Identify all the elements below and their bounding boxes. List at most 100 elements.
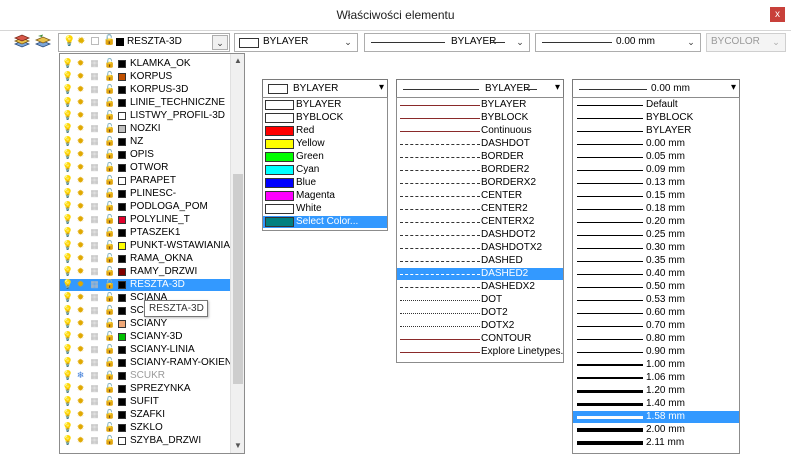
unlock-icon[interactable]: 🔓 — [104, 202, 115, 211]
sun-icon[interactable]: ✹ — [76, 150, 85, 159]
color-option[interactable]: Green — [263, 151, 387, 163]
bulb-on-icon[interactable]: 💡 — [62, 332, 73, 341]
unlock-icon[interactable]: 🔓 — [104, 358, 115, 367]
plot-icon[interactable]: ▦ — [90, 124, 99, 133]
unlock-icon[interactable]: 🔓 — [104, 137, 115, 146]
unlock-icon[interactable]: 🔓 — [104, 228, 115, 237]
sun-icon[interactable]: ✹ — [76, 267, 85, 276]
lineweight-option[interactable]: 1.20 mm — [573, 385, 739, 397]
layer-color-swatch[interactable] — [118, 229, 126, 237]
plot-icon[interactable]: ▦ — [90, 137, 99, 146]
sun-icon[interactable]: ✹ — [76, 306, 85, 315]
close-button[interactable]: x — [770, 7, 785, 22]
unlock-icon[interactable]: 🔓 — [104, 306, 115, 315]
layer-color-swatch[interactable] — [118, 164, 126, 172]
plot-icon[interactable]: ▦ — [90, 345, 99, 354]
linetype-option[interactable]: CONTOUR — [397, 333, 563, 345]
lineweight-option[interactable]: 0.50 mm — [573, 281, 739, 293]
lineweight-option[interactable]: 1.06 mm — [573, 372, 739, 384]
lineweight-option[interactable]: 0.05 mm — [573, 151, 739, 163]
lineweight-option[interactable]: 1.58 mm — [573, 411, 739, 423]
bulb-on-icon[interactable]: 💡 — [62, 163, 73, 172]
unlock-icon[interactable]: 🔓 — [104, 397, 115, 406]
sun-icon[interactable]: ✹ — [76, 137, 85, 146]
bulb-on-icon[interactable]: 💡 — [62, 436, 73, 445]
lineweight-option[interactable]: 0.35 mm — [573, 255, 739, 267]
layer-color-swatch[interactable] — [118, 437, 126, 445]
layer-manager-icon[interactable] — [14, 34, 30, 50]
linetype-option[interactable]: DOTX2 — [397, 320, 563, 332]
layer-list-item[interactable]: 💡 ✹ ▦ 🔓 NOZKI — [60, 123, 230, 135]
sun-icon[interactable]: ✹ — [76, 202, 85, 211]
layer-color-swatch[interactable] — [118, 281, 126, 289]
unlock-icon[interactable]: 🔓 — [104, 410, 115, 419]
bulb-on-icon[interactable]: 💡 — [62, 98, 73, 107]
layer-list-item[interactable]: 💡 ✹ ▦ 🔓 POLYLINE_T — [60, 214, 230, 226]
sun-icon[interactable]: ✹ — [76, 410, 85, 419]
sun-icon[interactable]: ✹ — [76, 176, 85, 185]
chevron-down-icon[interactable]: ▾ — [731, 82, 736, 93]
bulb-on-icon[interactable]: 💡 — [62, 293, 73, 302]
layer-list-item[interactable]: 💡 ✹ ▦ 🔓 NZ — [60, 136, 230, 148]
unlock-icon[interactable]: 🔓 — [104, 111, 115, 120]
layer-color-swatch[interactable] — [118, 86, 126, 94]
bulb-on-icon[interactable]: 💡 — [62, 384, 73, 393]
plot-icon[interactable]: ▦ — [90, 98, 99, 107]
sun-icon[interactable]: ✹ — [76, 345, 85, 354]
linetype-option[interactable]: CENTERX2 — [397, 216, 563, 228]
layer-list-item[interactable]: 💡 ✹ ▦ 🔓 PUNKT-WSTAWIANIA — [60, 240, 230, 252]
lineweight-option[interactable]: 0.09 mm — [573, 164, 739, 176]
bulb-on-icon[interactable]: 💡 — [62, 150, 73, 159]
unlock-icon[interactable]: 🔓 — [104, 293, 115, 302]
lineweight-option[interactable]: 0.00 mm — [573, 138, 739, 150]
unlock-icon[interactable]: 🔓 — [104, 332, 115, 341]
color-option[interactable]: White — [263, 203, 387, 215]
layer-list-item[interactable]: 💡 ✹ ▦ 🔓 SCIANY — [60, 318, 230, 330]
plot-icon[interactable]: ▦ — [90, 111, 99, 120]
bulb-on-icon[interactable]: 💡 — [62, 306, 73, 315]
unlock-icon[interactable]: 🔓 — [104, 176, 115, 185]
layer-color-swatch[interactable] — [118, 177, 126, 185]
bulb-on-icon[interactable]: 💡 — [62, 215, 73, 224]
lineweight-option[interactable]: 0.40 mm — [573, 268, 739, 280]
color-option[interactable]: Select Color... — [263, 216, 387, 228]
unlock-icon[interactable]: 🔓 — [104, 150, 115, 159]
bulb-on-icon[interactable]: 💡 — [62, 137, 73, 146]
sun-icon[interactable]: ✹ — [76, 228, 85, 237]
plot-icon[interactable]: ▦ — [90, 254, 99, 263]
linetype-option[interactable]: BYBLOCK — [397, 112, 563, 124]
layer-color-swatch[interactable] — [118, 346, 126, 354]
plot-icon[interactable]: ▦ — [90, 267, 99, 276]
plot-icon[interactable]: ▦ — [90, 59, 99, 68]
linetype-option[interactable]: BORDERX2 — [397, 177, 563, 189]
layer-color-swatch[interactable] — [118, 112, 126, 120]
sun-icon[interactable]: ✹ — [76, 254, 85, 263]
lineweight-option[interactable]: 1.40 mm — [573, 398, 739, 410]
bulb-on-icon[interactable]: 💡 — [62, 72, 73, 81]
bulb-on-icon[interactable]: 💡 — [62, 267, 73, 276]
lineweight-option[interactable]: 1.00 mm — [573, 359, 739, 371]
plot-icon[interactable]: ▦ — [90, 280, 99, 289]
linetype-option[interactable]: CENTER2 — [397, 203, 563, 215]
bulb-on-icon[interactable]: 💡 — [62, 202, 73, 211]
layer-list-item[interactable]: 💡 ✹ ▦ 🔓 SZKLO — [60, 422, 230, 434]
layer-list-item[interactable]: 💡 ✹ ▦ 🔓 KLAMKA_OK — [60, 58, 230, 70]
unlock-icon[interactable]: 🔓 — [104, 384, 115, 393]
unlock-icon[interactable]: 🔓 — [104, 267, 115, 276]
lineweight-option[interactable]: 0.18 mm — [573, 203, 739, 215]
bulb-on-icon[interactable]: 💡 — [62, 254, 73, 263]
layer-list-item[interactable]: 💡 ✹ ▦ 🔓 RESZTA-3D — [60, 279, 230, 291]
bulb-on-icon[interactable]: 💡 — [62, 176, 73, 185]
bulb-on-icon[interactable]: 💡 — [62, 319, 73, 328]
layer-list-item[interactable]: 💡 ✹ ▦ 🔓 SZAFKI — [60, 409, 230, 421]
layer-list-item[interactable]: 💡 ✹ ▦ 🔓 LINIE_TECHNICZNE — [60, 97, 230, 109]
layer-color-swatch[interactable] — [118, 73, 126, 81]
unlock-icon[interactable]: 🔓 — [104, 345, 115, 354]
lineweight-option[interactable]: 0.53 mm — [573, 294, 739, 306]
lineweight-option[interactable]: 2.11 mm — [573, 437, 739, 449]
unlock-icon[interactable]: 🔓 — [104, 241, 115, 250]
color-option[interactable]: Yellow — [263, 138, 387, 150]
layer-color-swatch[interactable] — [118, 125, 126, 133]
linetype-option[interactable]: BORDER2 — [397, 164, 563, 176]
lineweight-option[interactable]: 0.25 mm — [573, 229, 739, 241]
